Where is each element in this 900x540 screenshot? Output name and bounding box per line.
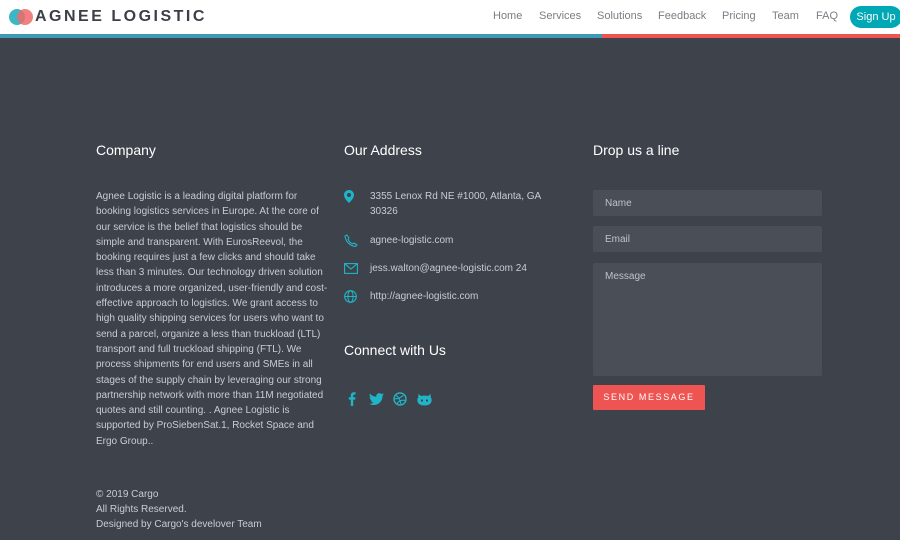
nav-services[interactable]: Services <box>539 10 581 22</box>
email-field[interactable]: Email <box>593 226 822 252</box>
address-title: Our Address <box>344 142 422 158</box>
nav-solutions[interactable]: Solutions <box>597 10 642 22</box>
brand-name: AGNEE LOGISTIC <box>35 8 207 25</box>
website-row: http://agnee-logistic.com <box>344 289 570 304</box>
brand[interactable]: AGNEE LOGISTIC <box>9 7 207 27</box>
social-links <box>344 392 432 406</box>
connect-title: Connect with Us <box>344 342 446 358</box>
phone-row: agnee-logistic.com <box>344 233 570 248</box>
accent-bar <box>0 34 900 38</box>
company-description: Agnee Logistic is a leading digital plat… <box>96 191 328 447</box>
footer-copyright: © 2019 Cargo <box>96 489 159 500</box>
envelope-icon <box>344 261 370 275</box>
send-message-button[interactable]: SEND MESSAGE <box>593 385 705 410</box>
nav-faq[interactable]: FAQ <box>816 10 838 22</box>
email-row: jess.walton@agnee-logistic.com 24 <box>344 261 570 276</box>
navbar: AGNEE LOGISTIC Home Services Solutions F… <box>0 0 900 34</box>
github-icon[interactable] <box>416 392 432 406</box>
logo-icon <box>9 9 33 25</box>
dribbble-icon[interactable] <box>392 392 408 406</box>
address-row: 3355 Lenox Rd NE #1000, Atlanta, GA 3032… <box>344 189 570 220</box>
message-field[interactable]: Message <box>593 263 822 376</box>
form-title: Drop us a line <box>593 142 680 158</box>
phone-text[interactable]: agnee-logistic.com <box>370 233 570 248</box>
facebook-icon[interactable] <box>344 392 360 406</box>
footer-rights: All Rights Reserved. <box>96 504 187 515</box>
website-text[interactable]: http://agnee-logistic.com <box>370 289 570 304</box>
email-text[interactable]: jess.walton@agnee-logistic.com 24 <box>370 261 570 276</box>
globe-icon <box>344 289 370 303</box>
name-field[interactable]: Name <box>593 190 822 216</box>
nav-team[interactable]: Team <box>772 10 799 22</box>
nav-feedback[interactable]: Feedback <box>658 10 706 22</box>
footer-designed: Designed by Cargo's develover Team <box>96 519 262 530</box>
company-title: Company <box>96 142 156 158</box>
address-street: 3355 Lenox Rd NE #1000, Atlanta, GA 3032… <box>370 191 541 218</box>
nav-pricing[interactable]: Pricing <box>722 10 756 22</box>
phone-icon <box>344 233 370 247</box>
nav-home[interactable]: Home <box>493 10 522 22</box>
signup-button[interactable]: Sign Up <box>850 6 900 28</box>
map-pin-icon <box>344 189 370 203</box>
twitter-icon[interactable] <box>368 392 384 406</box>
